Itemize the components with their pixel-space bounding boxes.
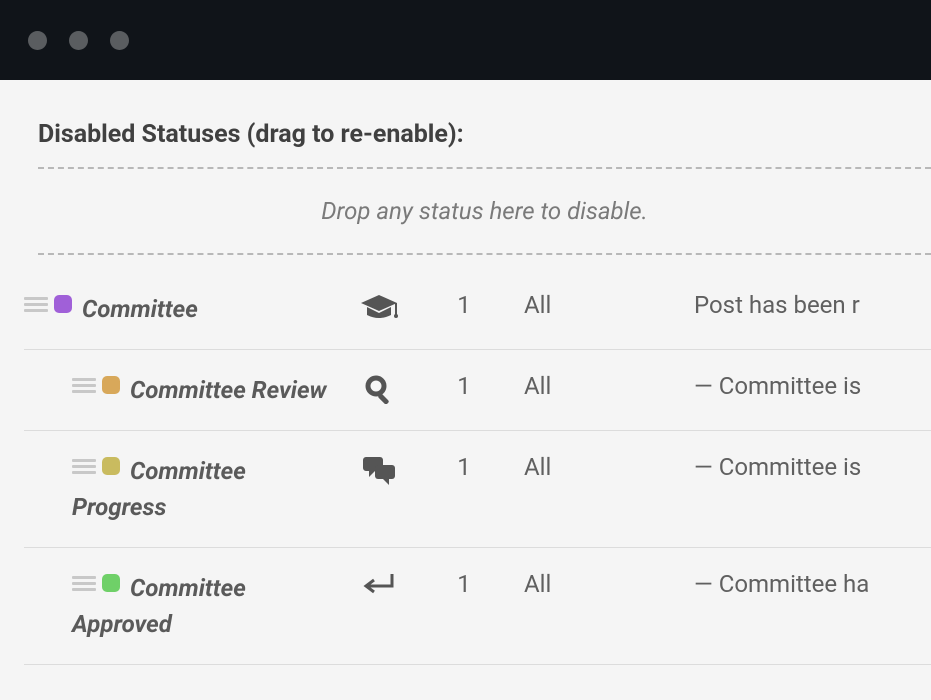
return-icon bbox=[334, 572, 424, 596]
color-swatch bbox=[54, 295, 72, 313]
status-scope: All bbox=[504, 291, 654, 319]
main-content: Disabled Statuses (drag to re-enable): D… bbox=[0, 80, 931, 665]
status-row[interactable]: Committee Review 1 All — Committee is bbox=[24, 350, 931, 431]
chat-icon bbox=[334, 455, 424, 485]
window-minimize-dot[interactable] bbox=[69, 31, 88, 50]
status-list: Committee 1 All Post has been r Comm bbox=[24, 269, 931, 665]
status-description: — Committee ha bbox=[654, 570, 931, 598]
status-description: — Committee is bbox=[654, 453, 931, 481]
drag-handle[interactable] bbox=[24, 297, 54, 312]
disabled-drop-zone[interactable]: Drop any status here to disable. bbox=[38, 167, 931, 255]
titlebar bbox=[0, 0, 931, 80]
status-scope: All bbox=[504, 453, 654, 481]
status-description: Post has been r bbox=[654, 291, 931, 319]
graduation-cap-icon bbox=[334, 293, 424, 323]
status-count: 1 bbox=[424, 570, 504, 598]
status-row[interactable]: Committee Progress 1 All — Committee is bbox=[24, 431, 931, 548]
window-close-dot[interactable] bbox=[28, 31, 47, 50]
status-name: Committee Review bbox=[72, 372, 327, 408]
status-name: Committee Progress bbox=[72, 453, 334, 525]
status-count: 1 bbox=[424, 372, 504, 400]
section-title: Disabled Statuses (drag to re-enable): bbox=[24, 80, 931, 167]
status-count: 1 bbox=[424, 453, 504, 481]
status-description: — Committee is bbox=[654, 372, 931, 400]
search-icon bbox=[334, 374, 424, 404]
status-count: 1 bbox=[424, 291, 504, 319]
status-name: Committee Approved bbox=[72, 570, 334, 642]
drop-zone-text: Drop any status here to disable. bbox=[321, 197, 648, 225]
status-name: Committee bbox=[82, 291, 198, 327]
status-row[interactable]: Committee 1 All Post has been r bbox=[24, 269, 931, 350]
status-scope: All bbox=[504, 372, 654, 400]
status-row[interactable]: Committee Approved 1 All — Committee ha bbox=[24, 548, 931, 665]
status-scope: All bbox=[504, 570, 654, 598]
window-zoom-dot[interactable] bbox=[110, 31, 129, 50]
